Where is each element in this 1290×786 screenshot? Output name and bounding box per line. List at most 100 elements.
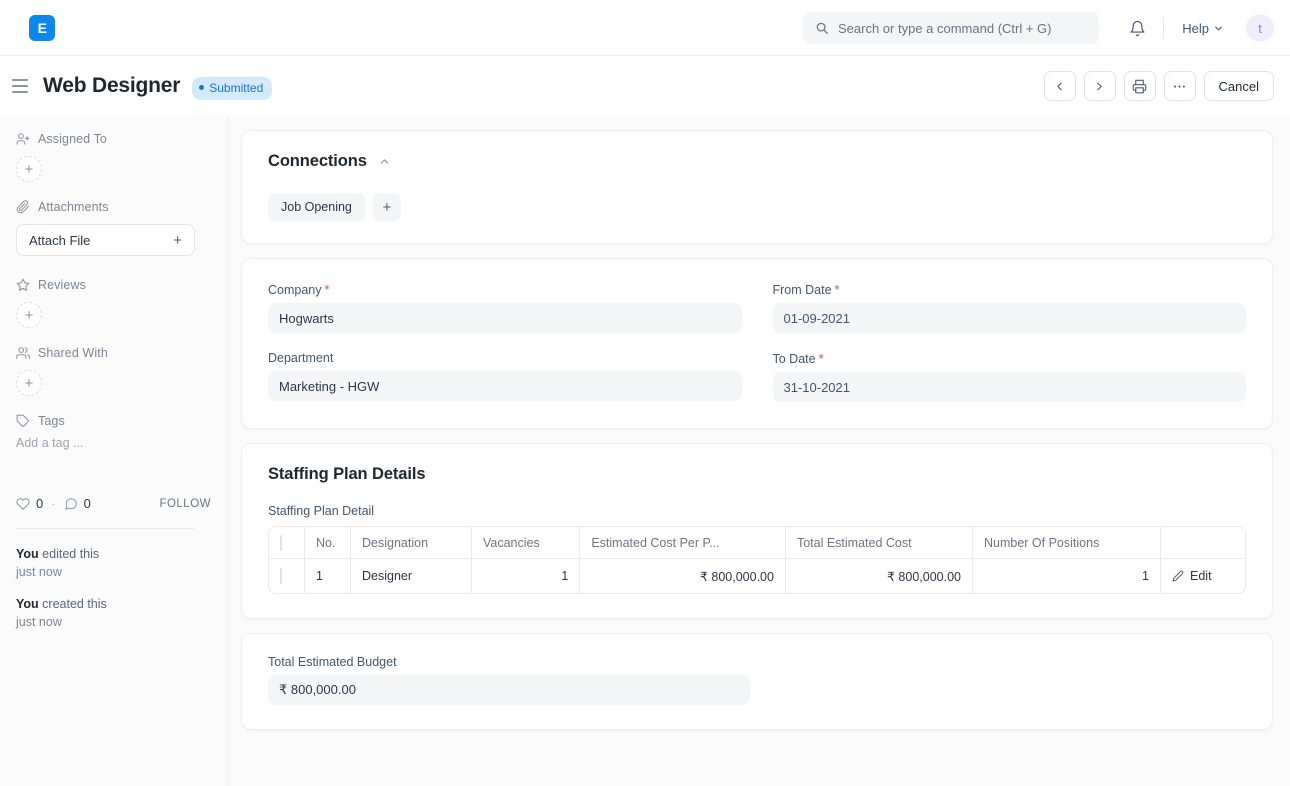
department-input[interactable]: Marketing - HGW [268,371,742,401]
paperclip-icon [16,200,30,214]
chevron-left-icon [1053,80,1066,93]
notifications-button[interactable] [1121,12,1153,44]
cell-total-estimated-cost[interactable]: ₹ 800,000.00 [786,559,973,593]
reviews-header: Reviews [16,278,211,292]
total-budget-label-row: Total Estimated Budget [268,655,1246,669]
connections-pill-list: Job Opening + [268,193,1246,221]
search-input[interactable]: Search or type a command (Ctrl + G) [803,12,1099,44]
ellipsis-icon [1172,79,1187,94]
required-marker: * [818,351,824,366]
add-tag-input[interactable]: Add a tag ... [16,436,211,450]
chevron-right-icon [1093,80,1106,93]
comment-icon[interactable] [64,497,78,511]
from-date-input[interactable]: 01-09-2021 [772,303,1246,333]
column-header-estimated-cost-per-position[interactable]: Estimated Cost Per P... [580,527,786,559]
add-review-button[interactable]: + [16,302,42,328]
column-header-total-estimated-cost[interactable]: Total Estimated Cost [785,527,973,559]
prev-document-button[interactable] [1043,71,1076,101]
staffing-plan-card: Staffing Plan Details Staffing Plan Deta… [241,443,1273,619]
column-header-number-of-positions[interactable]: Number Of Positions [973,527,1161,559]
cell-estimated-cost-per-position[interactable]: ₹ 800,000.00 [580,559,786,593]
cell-designation[interactable]: Designer [351,559,472,593]
department-label: Department [268,351,334,365]
connection-pill-job-opening[interactable]: Job Opening [268,193,365,221]
edit-row-button[interactable]: Edit [1172,569,1234,583]
comment-count: 0 [83,496,91,511]
select-all-header [269,527,305,559]
field-to-date: To Date * 31-10-2021 [772,351,1246,402]
row-edit-cell: Edit [1161,559,1245,593]
row-select-cell [269,559,305,593]
app-logo[interactable]: E [29,14,55,41]
hamburger-icon[interactable] [12,76,32,96]
reviews-label: Reviews [38,278,86,292]
table-row[interactable]: 1 Designer 1 ₹ 800,000.00 ₹ 800,000.00 1 [269,559,1245,593]
field-company: Company * Hogwarts [268,282,742,333]
total-budget-label: Total Estimated Budget [268,655,397,669]
printer-icon [1132,79,1147,94]
shared-with-header: Shared With [16,346,211,360]
details-card: Company * Hogwarts From Date * 01-09-202… [241,258,1273,429]
company-label-row: Company * [268,282,742,297]
cell-number-of-positions[interactable]: 1 [973,559,1161,593]
sidebar-section-tags: Tags Add a tag ... [16,414,211,450]
user-plus-icon [16,132,30,146]
activity-item-edited: You edited this just now [16,545,211,581]
assigned-to-header: Assigned To [16,132,211,146]
meta-separator: · [51,496,56,511]
assigned-to-label: Assigned To [38,132,107,146]
company-label: Company [268,283,322,297]
status-badge: Submitted [192,76,273,100]
table-header-row: No. Designation Vacancies Estimated Cost… [269,527,1245,559]
cell-vacancies[interactable]: 1 [472,559,581,593]
column-header-no[interactable]: No. [305,527,351,559]
help-menu-button[interactable]: Help [1174,16,1232,41]
to-date-input[interactable]: 31-10-2021 [772,372,1246,402]
attachments-header: Attachments [16,200,211,214]
main-content: Connections Job Opening + Company * Hogw… [228,116,1290,786]
cancel-button[interactable]: Cancel [1203,71,1274,101]
tag-icon [16,414,30,428]
document-meta-row: 0 · 0 FOLLOW [16,496,211,511]
row-checkbox[interactable] [280,568,282,584]
connections-title: Connections [268,152,367,170]
add-assignment-button[interactable]: + [16,156,42,182]
chevron-down-icon [1213,23,1224,34]
heart-icon[interactable] [16,497,30,511]
page-body: Assigned To + Attachments Attach File + [0,116,1290,786]
tags-label: Tags [38,414,65,428]
sidebar-section-attachments: Attachments Attach File + [16,200,211,256]
next-document-button[interactable] [1083,71,1116,101]
pencil-icon [1172,570,1184,582]
connections-header: Connections [268,152,1246,171]
avatar[interactable]: t [1246,14,1274,42]
bell-icon [1129,20,1146,37]
chevron-up-icon[interactable] [378,155,391,168]
help-label: Help [1182,20,1209,36]
add-connection-button[interactable]: + [372,193,401,221]
search-icon [815,21,829,35]
status-dot-icon [199,85,205,90]
company-input[interactable]: Hogwarts [268,303,742,333]
star-icon [16,278,30,292]
follow-button[interactable]: FOLLOW [159,498,211,510]
from-date-label-row: From Date * [773,282,1247,297]
column-header-vacancies[interactable]: Vacancies [471,527,581,559]
field-department: Department Marketing - HGW [268,351,742,402]
details-form: Company * Hogwarts From Date * 01-09-202… [268,282,1246,402]
print-button[interactable] [1123,71,1156,101]
attach-file-label: Attach File [29,232,91,248]
plus-icon: + [173,231,182,249]
connections-card: Connections Job Opening + [241,130,1273,244]
more-actions-button[interactable] [1163,71,1196,101]
required-marker: * [324,282,330,297]
staffing-plan-table: No. Designation Vacancies Estimated Cost… [268,526,1246,594]
field-from-date: From Date * 01-09-2021 [772,282,1247,333]
column-header-actions [1161,527,1245,559]
sidebar: Assigned To + Attachments Attach File + [0,116,228,786]
column-header-designation[interactable]: Designation [351,527,472,559]
add-share-button[interactable]: + [16,370,42,396]
required-marker: * [834,282,840,297]
select-all-checkbox[interactable] [280,534,282,551]
attach-file-button[interactable]: Attach File + [16,224,195,256]
